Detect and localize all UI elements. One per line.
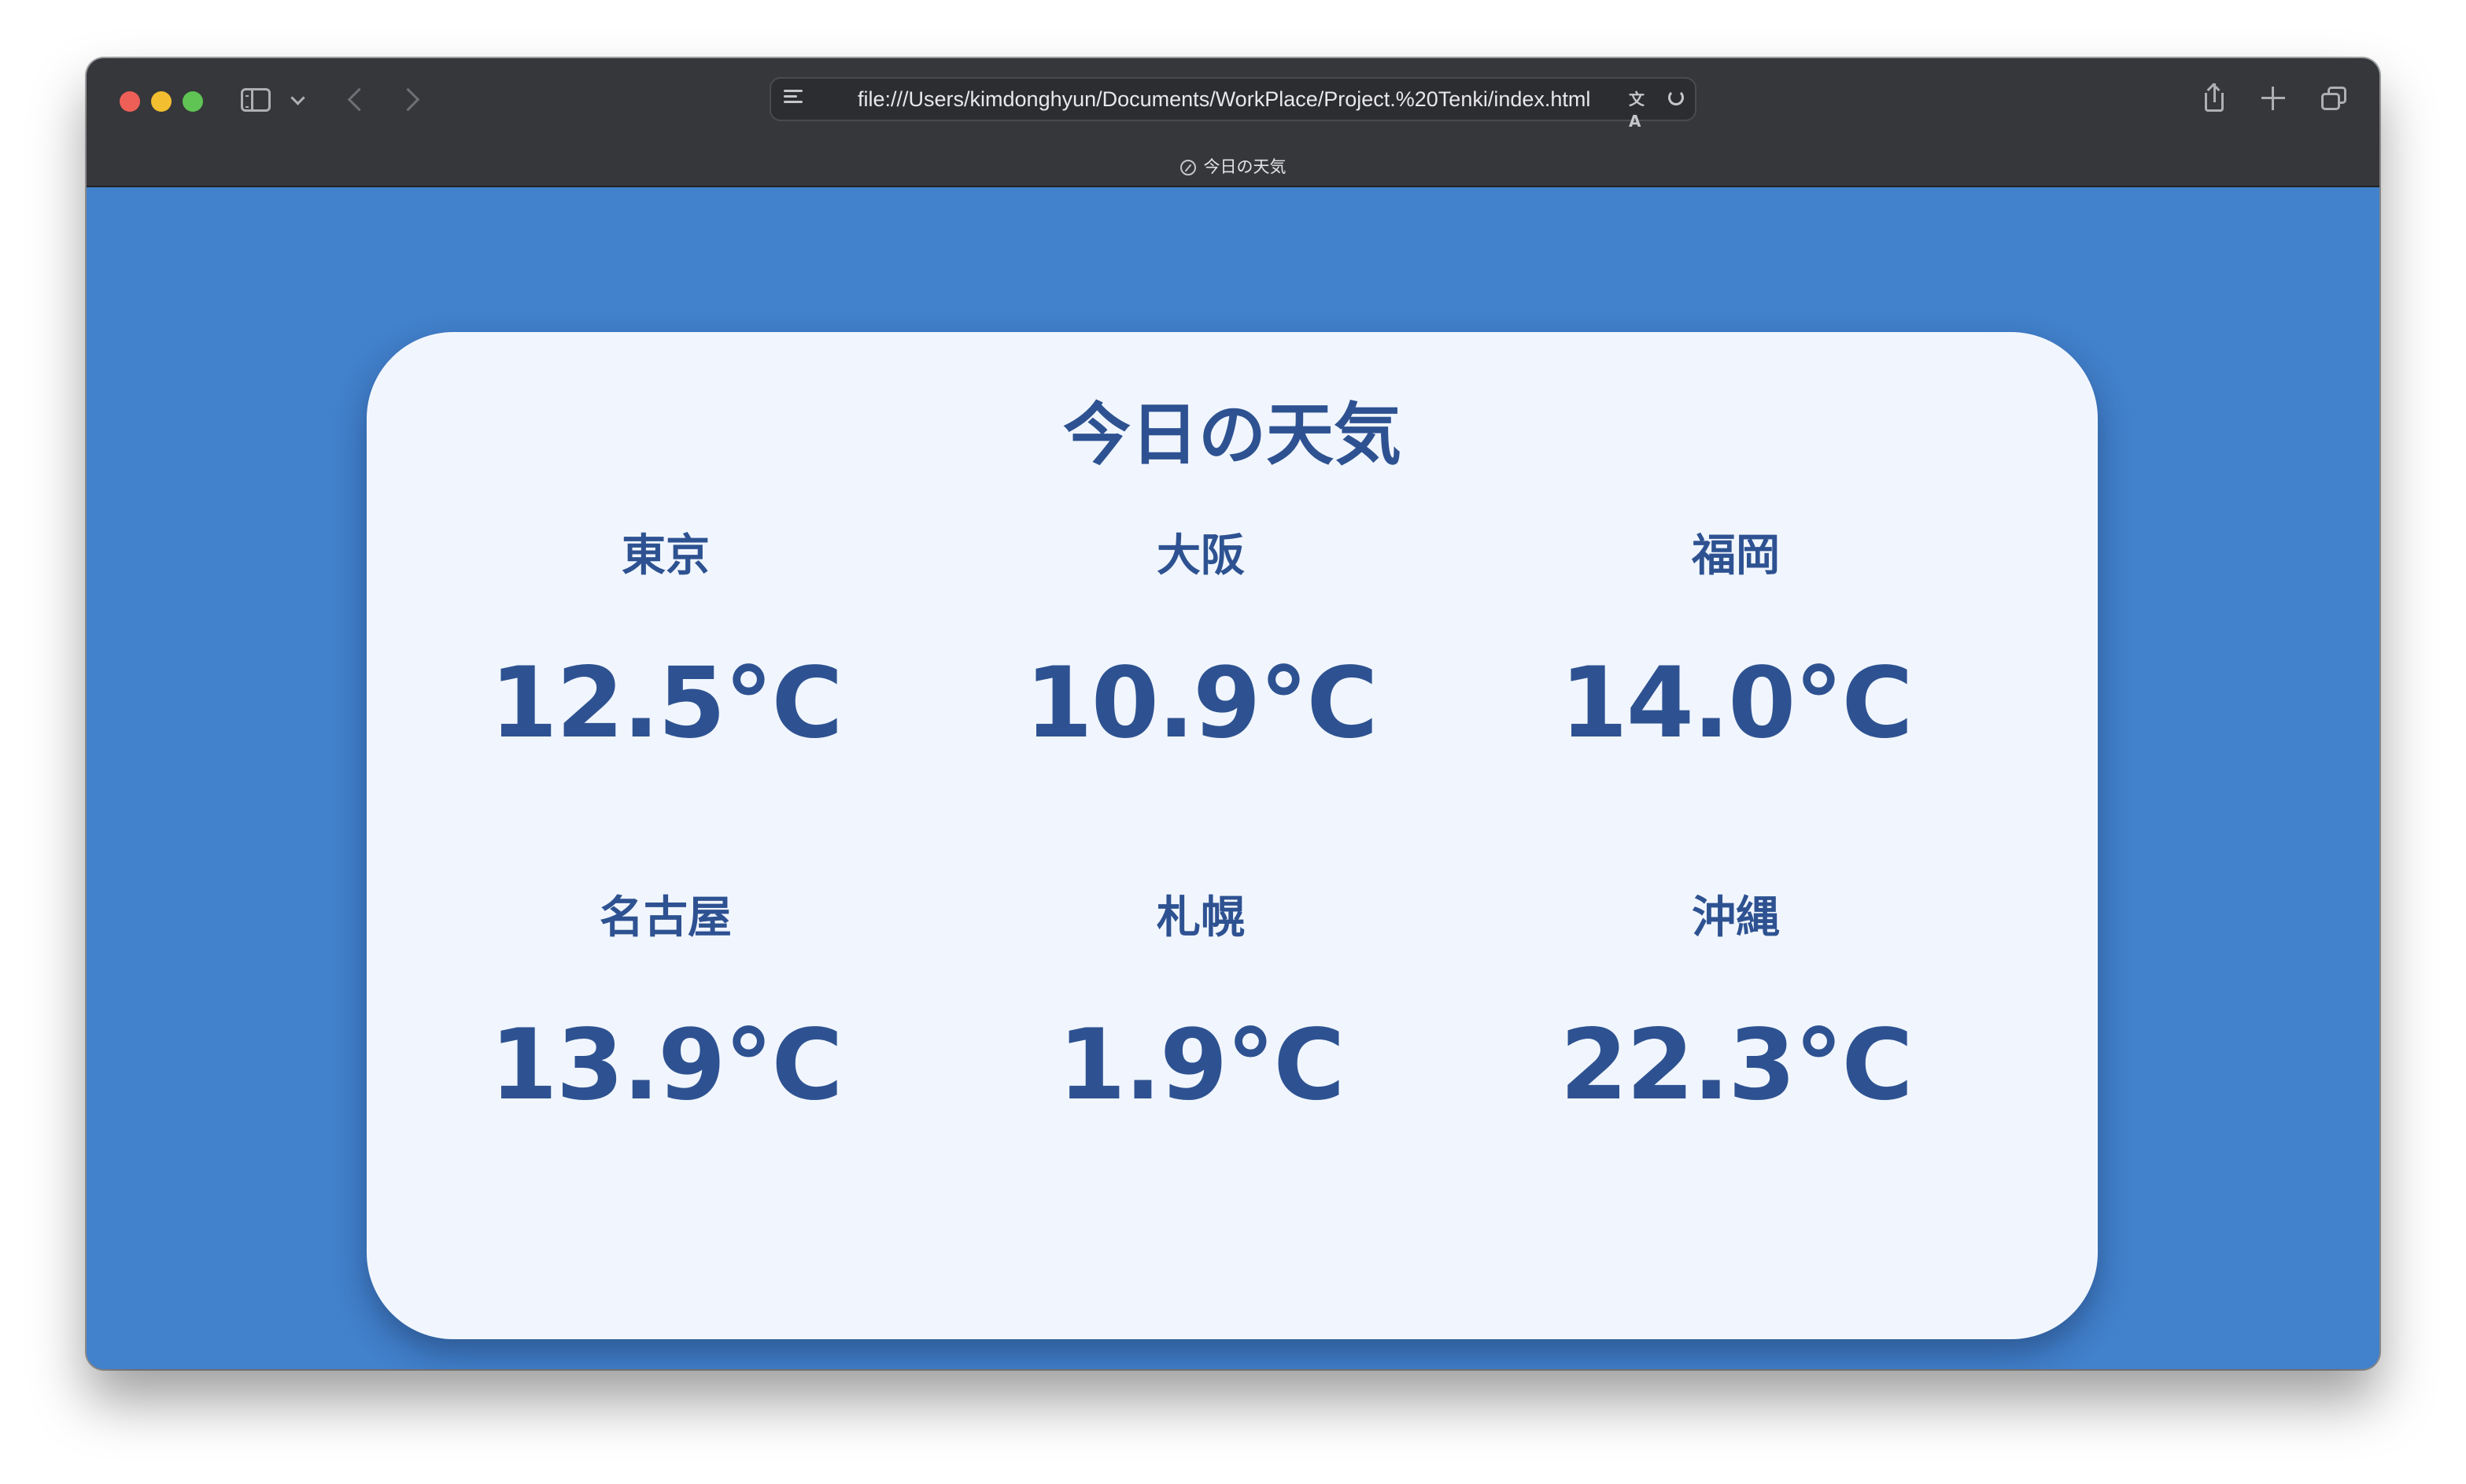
share-icon[interactable] — [2203, 83, 2227, 113]
new-tab-plus-icon[interactable] — [2261, 87, 2285, 110]
city-osaka: 大阪 10.9°C — [965, 529, 1437, 752]
browser-toolbar: file:///Users/kimdonghyun/Documents/Work… — [87, 58, 2379, 187]
minimize-window-button[interactable] — [151, 91, 172, 112]
city-temperature: 14.0°C — [1560, 647, 1914, 760]
address-bar[interactable]: file:///Users/kimdonghyun/Documents/Work… — [770, 77, 1696, 131]
reload-icon[interactable] — [1668, 90, 1684, 105]
city-name: 札幌 — [1157, 892, 1245, 943]
tab-title[interactable]: 今日の天気 — [87, 151, 2379, 183]
city-name: 名古屋 — [600, 892, 732, 943]
city-okinawa: 沖縄 22.3°C — [1500, 891, 1972, 1114]
city-name: 福岡 — [1692, 530, 1780, 581]
close-window-button[interactable] — [120, 91, 140, 112]
page-title: 今日の天気 — [1063, 396, 1401, 474]
city-name: 東京 — [622, 530, 710, 581]
back-arrow-icon[interactable] — [347, 87, 371, 112]
city-tokyo: 東京 12.5°C — [430, 529, 902, 752]
browser-window: file:///Users/kimdonghyun/Documents/Work… — [87, 58, 2379, 1369]
city-temperature: 1.9°C — [1058, 1009, 1346, 1122]
sidebar-icon[interactable] — [241, 88, 271, 112]
weather-card: 今日の天気 東京 12.5°C 大阪 10.9°C 福岡 14.0°C 名古屋 … — [367, 332, 2098, 1339]
reader-icon[interactable] — [784, 90, 803, 107]
city-nagoya: 名古屋 13.9°C — [430, 891, 902, 1114]
city-fukuoka: 福岡 14.0°C — [1500, 529, 1972, 752]
url-text[interactable]: file:///Users/kimdonghyun/Documents/Work… — [858, 79, 1590, 120]
tab-title-text: 今日の天気 — [1203, 157, 1287, 176]
city-name: 大阪 — [1157, 530, 1245, 581]
chevron-down-icon[interactable] — [290, 90, 305, 105]
maximize-window-button[interactable] — [183, 91, 203, 112]
compass-icon — [1179, 160, 1196, 175]
city-temperature: 12.5°C — [489, 647, 844, 760]
city-sapporo: 札幌 1.9°C — [965, 891, 1437, 1114]
forward-arrow-icon[interactable] — [396, 87, 420, 112]
city-temperature: 10.9°C — [1024, 647, 1379, 760]
tab-overview-icon[interactable] — [2321, 87, 2348, 112]
translate-icon[interactable]: 文A — [1629, 88, 1656, 131]
city-name: 沖縄 — [1692, 892, 1780, 943]
page-content: 今日の天気 東京 12.5°C 大阪 10.9°C 福岡 14.0°C 名古屋 … — [87, 187, 2379, 1369]
city-temperature: 13.9°C — [489, 1009, 844, 1122]
city-temperature: 22.3°C — [1560, 1009, 1914, 1122]
